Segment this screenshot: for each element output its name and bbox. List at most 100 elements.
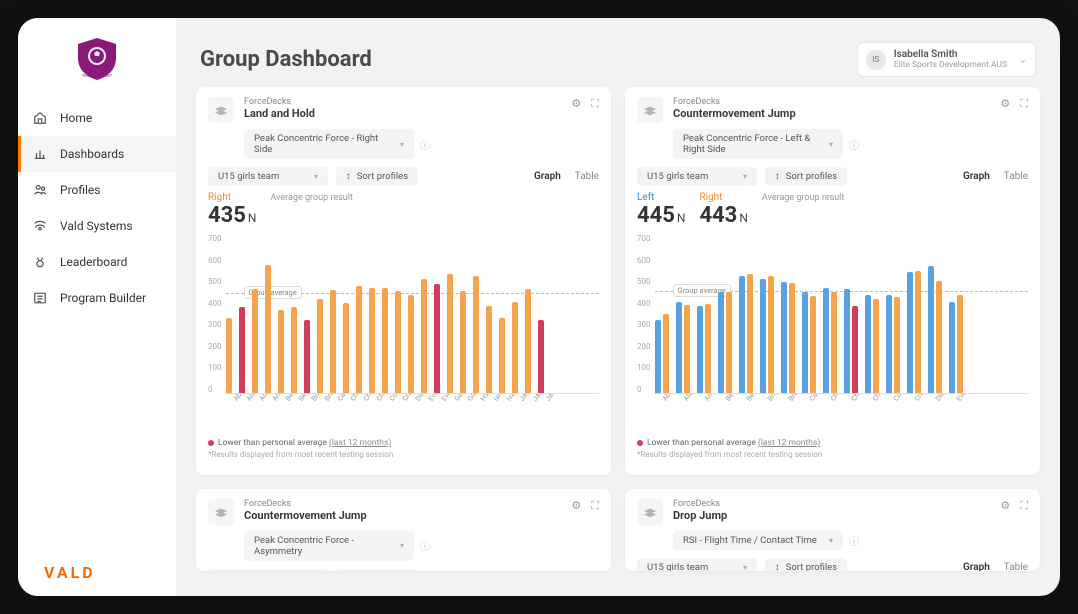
app-window: Home Dashboards Profiles Vald Systems Le… (18, 18, 1060, 596)
team-select[interactable]: U15 girls team▾ (208, 569, 328, 571)
footnote-link[interactable]: (last 12 months) (329, 438, 391, 448)
table-tab[interactable]: Table (1004, 171, 1028, 182)
brand-logo (18, 36, 176, 82)
nav-label: Program Builder (60, 291, 146, 305)
list-icon (32, 290, 48, 306)
nav-label: Home (60, 111, 92, 125)
nav-dashboards[interactable]: Dashboards (18, 136, 176, 172)
expand-icon[interactable]: ⛶ (1020, 97, 1028, 111)
nav-profiles[interactable]: Profiles (18, 172, 176, 208)
nav-label: Profiles (60, 183, 101, 197)
chevron-down-icon: ▾ (743, 563, 747, 571)
graph-tab[interactable]: Graph (963, 171, 990, 182)
card-cmj-asym: ForceDecks Countermovement Jump ⚙⛶ Peak … (196, 489, 611, 571)
main: Group Dashboard IS Isabella SmithElite S… (176, 18, 1060, 596)
user-name: Isabella Smith (894, 49, 1007, 60)
card-cmj: ForceDecks Countermovement Jump ⚙ ⛶ Peak… (625, 87, 1040, 475)
nav-label: Dashboards (60, 147, 124, 161)
low-dot-icon (208, 440, 214, 446)
sort-icon: ↕ (775, 562, 780, 571)
user-menu[interactable]: IS Isabella SmithElite Sports Developmen… (857, 42, 1036, 77)
sidebar: Home Dashboards Profiles Vald Systems Le… (18, 18, 176, 596)
card-title: Land and Hold (244, 107, 561, 120)
card-subtitle: ForceDecks (244, 97, 561, 107)
chart-icon (32, 146, 48, 162)
sort-button[interactable]: ↕Sort profiles (765, 167, 847, 186)
nav-label: Vald Systems (60, 219, 133, 233)
forcedecks-icon (637, 499, 663, 525)
metric-right: Right 435N (208, 192, 256, 228)
avg-label: Average group result (270, 193, 352, 203)
metric-select[interactable]: Peak Concentric Force - Right Side▾ (244, 129, 414, 159)
table-tab[interactable]: Table (575, 171, 599, 182)
nav-program[interactable]: Program Builder (18, 280, 176, 316)
nav-label: Leaderboard (60, 255, 127, 269)
metric-left: Left 445N (637, 192, 685, 228)
view-toggle: Graph Table (963, 171, 1028, 182)
people-icon (32, 182, 48, 198)
gear-icon[interactable]: ⚙ (571, 499, 581, 513)
card-title: Countermovement Jump (673, 107, 990, 120)
nav-systems[interactable]: Vald Systems (18, 208, 176, 244)
team-select[interactable]: U15 girls team▾ (637, 558, 757, 571)
card-footnote: Lower than personal average (last 12 mon… (637, 438, 1028, 459)
brand-wordmark: VALD (44, 563, 96, 582)
gear-icon[interactable]: ⚙ (1000, 499, 1010, 513)
gear-icon[interactable]: ⚙ (571, 97, 581, 111)
card-title: Drop Jump (673, 509, 990, 522)
info-icon[interactable]: ⓘ (849, 137, 859, 152)
info-icon[interactable]: ⓘ (420, 538, 430, 553)
graph-tab[interactable]: Graph (534, 171, 561, 182)
card-subtitle: ForceDecks (244, 499, 561, 509)
info-icon[interactable]: ⓘ (849, 533, 859, 548)
metric-right: Right 443N (699, 192, 747, 228)
sort-button[interactable]: ↕Sort profiles (765, 558, 847, 571)
chevron-down-icon: ▾ (400, 541, 404, 550)
chevron-down-icon: ▾ (829, 536, 833, 545)
forcedecks-icon (208, 97, 234, 123)
home-icon (32, 110, 48, 126)
chart-2: 7006005004003002001000 Group average (637, 234, 1028, 394)
sort-button[interactable]: ↕Sort profiles (336, 569, 418, 571)
device-icon (32, 218, 48, 234)
footnote-link[interactable]: (last 12 months) (758, 438, 820, 448)
avg-label: Average group result (762, 193, 844, 203)
card-land-hold: ForceDecks Land and Hold ⚙ ⛶ Peak Concen… (196, 87, 611, 475)
nav-home[interactable]: Home (18, 100, 176, 136)
card-footnote: Lower than personal average (last 12 mon… (208, 438, 599, 459)
nav-leaderboard[interactable]: Leaderboard (18, 244, 176, 280)
card-drop-jump: ForceDecks Drop Jump ⚙ ⛶ RSI - Flight Tim… (625, 489, 1040, 571)
expand-icon[interactable]: ⛶ (591, 499, 599, 513)
metric-select[interactable]: Peak Concentric Force - Left & Right Sid… (673, 129, 843, 159)
metric-select[interactable]: Peak Concentric Force - Asymmetry▾ (244, 531, 414, 561)
chart-1: 7006005004003002001000 Group average (208, 234, 599, 394)
graph-tab[interactable]: Graph (963, 562, 990, 571)
low-dot-icon (637, 440, 643, 446)
avatar: IS (866, 50, 886, 70)
info-icon[interactable]: ⓘ (420, 137, 430, 152)
expand-icon[interactable]: ⛶ (591, 97, 599, 111)
gear-icon[interactable]: ⚙ (1000, 97, 1010, 111)
topbar: Group Dashboard IS Isabella SmithElite S… (176, 18, 1060, 87)
nav-list: Home Dashboards Profiles Vald Systems Le… (18, 100, 176, 316)
forcedecks-icon (637, 97, 663, 123)
sort-icon: ↕ (346, 171, 351, 182)
table-tab[interactable]: Table (1004, 562, 1028, 571)
chevron-down-icon: ▾ (743, 172, 747, 181)
sort-button[interactable]: ↕Sort profiles (336, 167, 418, 186)
team-select[interactable]: U15 girls team▾ (637, 167, 757, 186)
view-toggle: Graph Table (534, 171, 599, 182)
team-select[interactable]: U15 girls team▾ (208, 167, 328, 186)
chevron-down-icon: ▾ (400, 140, 404, 149)
chevron-down-icon: ▾ (829, 140, 833, 149)
page-title: Group Dashboard (200, 47, 372, 72)
chevron-down-icon: ▾ (314, 172, 318, 181)
card-subtitle: ForceDecks (673, 499, 990, 509)
chevron-down-icon: ⌄ (1019, 54, 1027, 65)
dashboard-grid: ForceDecks Land and Hold ⚙ ⛶ Peak Concen… (176, 87, 1060, 596)
card-subtitle: ForceDecks (673, 97, 990, 107)
forcedecks-icon (208, 499, 234, 525)
metric-select[interactable]: RSI - Flight Time / Contact Time▾ (673, 531, 843, 550)
sort-icon: ↕ (775, 171, 780, 182)
expand-icon[interactable]: ⛶ (1020, 499, 1028, 513)
